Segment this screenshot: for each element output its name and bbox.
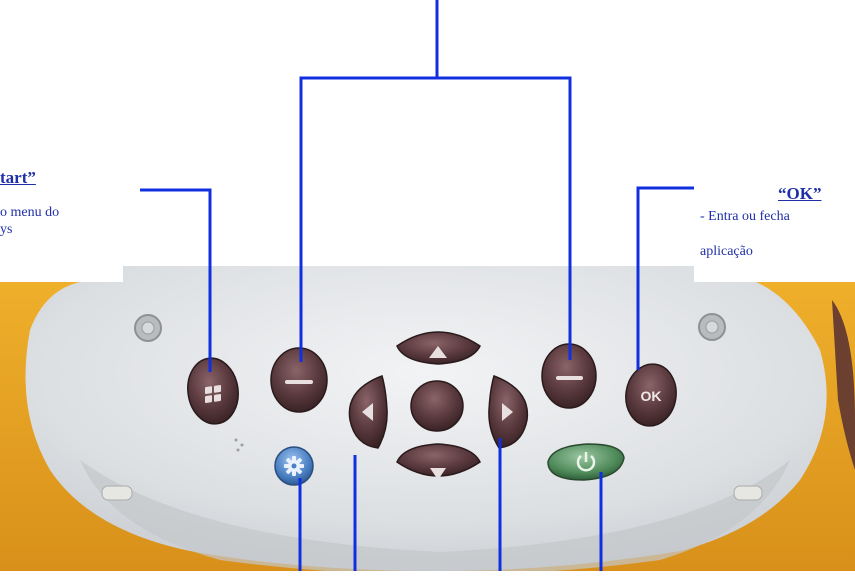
minus-icon — [285, 380, 313, 384]
keypad-diagram: OK tart” o menu do ys “OK” - Entra ou fe… — [0, 0, 855, 575]
keypad-illustration: OK — [0, 0, 855, 575]
ok-label-box — [694, 175, 855, 282]
ok-label-desc-line1: - Entra ou fecha — [700, 209, 790, 224]
ok-label-title: “OK” — [778, 184, 822, 203]
left-softkey-button[interactable] — [270, 347, 328, 413]
start-label-title: tart” — [0, 168, 36, 187]
start-label-desc-line2: ys — [0, 222, 13, 237]
ok-button-label: OK — [641, 388, 662, 404]
start-label-desc-line1: o menu do — [0, 205, 60, 220]
ok-label-desc-line2: aplicação — [700, 244, 753, 259]
dpad-center-button[interactable] — [410, 380, 464, 432]
minus-icon — [556, 376, 583, 380]
settings-icon — [284, 456, 304, 476]
settings-button[interactable] — [274, 446, 314, 486]
screw-right — [698, 313, 726, 341]
screw-left — [134, 314, 162, 342]
